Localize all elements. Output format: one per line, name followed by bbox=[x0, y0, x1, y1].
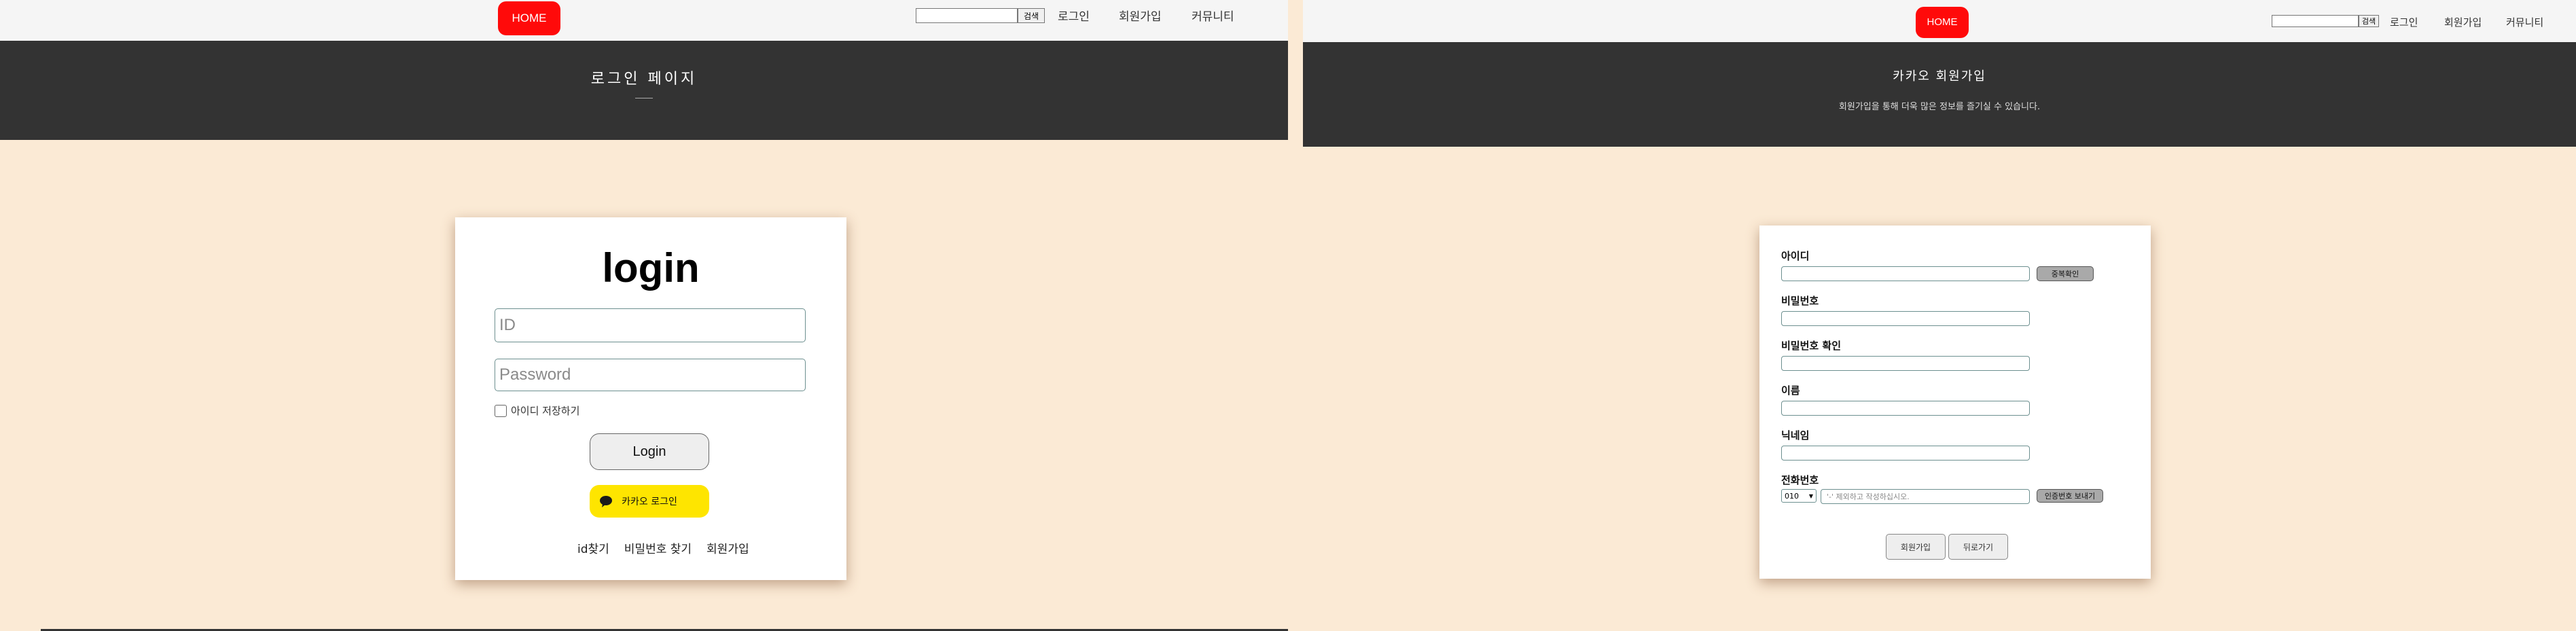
nav-search: 검색 bbox=[916, 8, 1045, 23]
kakao-login-button[interactable]: 카카오 로그인 bbox=[590, 485, 709, 518]
remember-id: 아이디 저장하기 bbox=[495, 403, 579, 418]
id-label: 아이디 bbox=[1781, 250, 1810, 262]
nav-link-signup[interactable]: 회원가입 bbox=[1119, 7, 1162, 24]
remember-id-checkbox[interactable] bbox=[495, 404, 507, 417]
signup-submit-button[interactable]: 회원가입 bbox=[1886, 534, 1946, 560]
back-button-label: 뒤로가기 bbox=[1963, 542, 1994, 552]
name-input[interactable] bbox=[1781, 401, 2030, 416]
password-input[interactable] bbox=[1781, 311, 2030, 326]
password-confirm-input[interactable] bbox=[1781, 356, 2030, 371]
search-button[interactable]: 검색 bbox=[1018, 8, 1045, 23]
phone-label: 전화번호 bbox=[1781, 474, 1819, 486]
home-button[interactable]: HOME bbox=[498, 1, 560, 35]
back-button[interactable]: 뒤로가기 bbox=[1948, 534, 2008, 560]
page-title: 로그인 페이지 bbox=[590, 71, 698, 88]
nav-link-login[interactable]: 로그인 bbox=[1058, 7, 1090, 24]
duplicate-check-button[interactable]: 중복확인 bbox=[2037, 266, 2094, 281]
password-label: 비밀번호 bbox=[1781, 295, 1819, 307]
page-title: 카카오 회원가입 bbox=[1893, 69, 1986, 84]
duplicate-check-label: 중복확인 bbox=[2051, 270, 2079, 278]
kakao-login-label: 카카오 로그인 bbox=[622, 497, 677, 507]
search-button[interactable]: 검색 bbox=[2359, 15, 2379, 27]
login-button[interactable]: Login bbox=[590, 433, 709, 470]
nickname-input[interactable] bbox=[1781, 446, 2030, 461]
login-card: login ID Password 아이디 저장하기 Login 카카오 로그인… bbox=[455, 217, 846, 580]
nav-link-login[interactable]: 로그인 bbox=[2390, 15, 2418, 29]
password-confirm-label: 비밀번호 확인 bbox=[1781, 340, 1842, 352]
send-code-button[interactable]: 인증번호 보내기 bbox=[2037, 489, 2103, 503]
send-code-label: 인증번호 보내기 bbox=[2044, 492, 2096, 501]
nickname-label: 닉네임 bbox=[1781, 429, 1810, 441]
password-placeholder: Password bbox=[499, 365, 571, 384]
top-nav: HOME 검색 로그인 회원가입 커뮤니티 bbox=[1303, 0, 2576, 42]
nav-link-community[interactable]: 커뮤니티 bbox=[2506, 15, 2543, 29]
account-links: id찾기 비밀번호 찾기 회원가입 bbox=[577, 539, 749, 556]
nav-link-community[interactable]: 커뮤니티 bbox=[1192, 7, 1234, 24]
home-button[interactable]: HOME bbox=[1916, 7, 1969, 38]
signup-link[interactable]: 회원가입 bbox=[706, 539, 749, 556]
top-nav: HOME 검색 로그인 회원가입 커뮤니티 bbox=[0, 0, 1288, 41]
login-heading: login bbox=[602, 245, 700, 291]
id-input[interactable]: ID bbox=[495, 308, 806, 342]
page-banner: 로그인 페이지 bbox=[0, 41, 1288, 140]
find-password-link[interactable]: 비밀번호 찾기 bbox=[624, 539, 692, 556]
find-id-link[interactable]: id찾기 bbox=[577, 539, 609, 556]
signup-submit-label: 회원가입 bbox=[1900, 542, 1931, 552]
page-banner: 카카오 회원가입 회원가입을 통해 더욱 많은 정보를 즐기실 수 있습니다. bbox=[1303, 42, 2576, 147]
password-input[interactable]: Password bbox=[495, 359, 806, 391]
phone-prefix-value: 010 bbox=[1785, 491, 1799, 501]
phone-prefix-select[interactable]: 010 ▼ bbox=[1781, 489, 1817, 503]
name-label: 이름 bbox=[1781, 384, 1800, 397]
search-input[interactable] bbox=[916, 8, 1018, 23]
login-page: HOME 검색 로그인 회원가입 커뮤니티 로그인 페이지 login ID P… bbox=[0, 0, 1288, 631]
login-button-label: Login bbox=[632, 444, 666, 459]
chevron-down-icon: ▼ bbox=[1808, 492, 1813, 499]
id-input[interactable] bbox=[1781, 266, 2030, 281]
signup-card: 아이디 중복확인 비밀번호 비밀번호 확인 이름 닉네임 전화번호 010 ▼ … bbox=[1759, 226, 2151, 579]
phone-placeholder: '-' 제외하고 작성하십시오. bbox=[1827, 492, 1910, 501]
nav-search: 검색 bbox=[2272, 15, 2379, 27]
phone-input[interactable]: '-' 제외하고 작성하십시오. bbox=[1821, 489, 2030, 504]
nav-link-signup[interactable]: 회원가입 bbox=[2444, 15, 2482, 29]
remember-id-label: 아이디 저장하기 bbox=[511, 405, 580, 417]
search-input[interactable] bbox=[2272, 15, 2359, 27]
signup-page: HOME 검색 로그인 회원가입 커뮤니티 카카오 회원가입 회원가입을 통해 … bbox=[1303, 0, 2576, 631]
page-subtitle: 회원가입을 통해 더욱 많은 정보를 즐기실 수 있습니다. bbox=[1838, 102, 2041, 112]
kakao-chat-icon bbox=[600, 496, 612, 507]
id-placeholder: ID bbox=[499, 316, 516, 334]
